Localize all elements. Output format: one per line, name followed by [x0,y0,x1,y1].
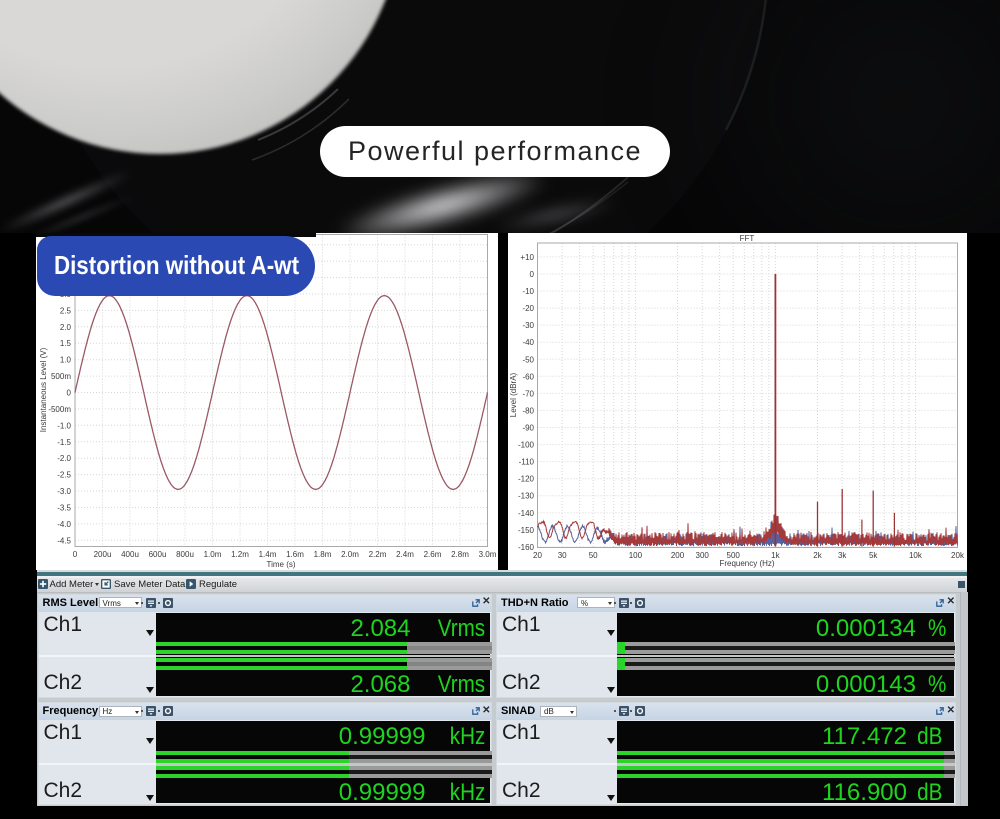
svg-text:0: 0 [73,550,78,559]
svg-text:-70: -70 [522,389,534,398]
svg-text:-1.5: -1.5 [57,438,71,447]
svg-text:1.8m: 1.8m [314,550,332,559]
svg-text:2.2m: 2.2m [369,550,387,559]
svg-text:20: 20 [533,551,542,560]
svg-text:500m: 500m [51,372,71,381]
svg-text:-100: -100 [518,441,535,450]
svg-text:2k: 2k [813,551,822,560]
svg-text:-60: -60 [522,372,534,381]
svg-text:-80: -80 [522,406,534,415]
svg-text:200u: 200u [94,550,112,559]
svg-text:-4.5: -4.5 [57,536,71,545]
svg-text:-500m: -500m [48,405,71,414]
svg-text:2.4m: 2.4m [396,550,414,559]
svg-text:-2.0: -2.0 [57,454,71,463]
svg-text:-150: -150 [518,526,535,535]
svg-text:1.6m: 1.6m [286,550,304,559]
svg-text:-90: -90 [522,424,534,433]
svg-text:-40: -40 [522,338,534,347]
svg-text:1.5: 1.5 [60,339,72,348]
svg-text:1.0m: 1.0m [204,550,222,559]
svg-text:1.4m: 1.4m [259,550,277,559]
svg-text:-20: -20 [522,304,534,313]
svg-text:-50: -50 [522,355,534,364]
svg-text:1.0: 1.0 [60,356,72,365]
svg-text:-3.0: -3.0 [57,487,71,496]
svg-text:5k: 5k [869,551,878,560]
svg-text:-110: -110 [519,458,535,467]
svg-text:Instantaneous Level (V): Instantaneous Level (V) [39,347,48,432]
svg-text:-2.5: -2.5 [57,471,71,480]
svg-text:600u: 600u [149,550,167,559]
svg-text:-10: -10 [522,287,534,296]
svg-text:-130: -130 [518,492,535,501]
svg-text:+10: +10 [520,253,534,262]
svg-text:800u: 800u [176,550,194,559]
svg-text:10k: 10k [909,551,923,560]
svg-text:2.0: 2.0 [60,323,72,332]
svg-text:3k: 3k [838,551,847,560]
svg-text:30: 30 [558,551,567,560]
svg-text:400u: 400u [121,550,139,559]
svg-text:2.5: 2.5 [60,306,72,315]
svg-text:-30: -30 [522,321,534,330]
svg-text:200: 200 [671,551,685,560]
svg-text:0: 0 [67,389,72,398]
svg-text:1.2m: 1.2m [231,550,249,559]
svg-text:-1.0: -1.0 [57,421,71,430]
svg-text:2.0m: 2.0m [341,550,359,559]
svg-text:2.6m: 2.6m [424,550,442,559]
svg-text:Level (dBrA): Level (dBrA) [509,372,518,417]
svg-text:0: 0 [530,270,535,279]
svg-text:300: 300 [696,551,710,560]
svg-text:Frequency (Hz): Frequency (Hz) [719,559,774,568]
svg-text:3.0m: 3.0m [479,550,497,559]
svg-text:FFT: FFT [740,234,755,243]
svg-text:Time (s): Time (s) [266,560,295,569]
svg-text:100: 100 [629,551,643,560]
svg-text:-3.5: -3.5 [57,503,71,512]
svg-text:-4.0: -4.0 [57,520,71,529]
svg-text:2.8m: 2.8m [451,550,469,559]
svg-text:-120: -120 [518,475,535,484]
svg-text:20k: 20k [951,551,965,560]
svg-text:50: 50 [589,551,598,560]
svg-text:-140: -140 [518,509,535,518]
